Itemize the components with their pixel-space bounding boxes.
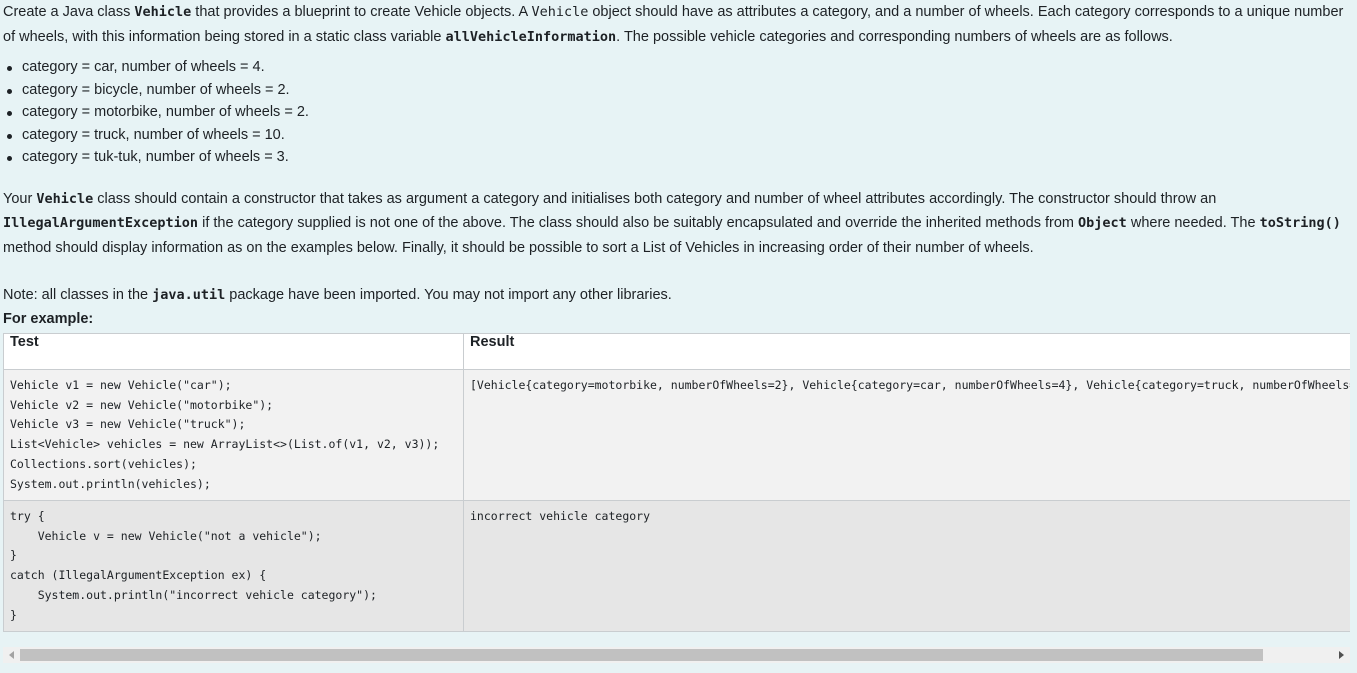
header-test: Test [3, 333, 464, 370]
code-vehicle: Vehicle [134, 4, 192, 20]
code-java-util: java.util [152, 287, 226, 303]
header-result: Result [463, 333, 1350, 370]
note-text-1: Note: all classes in the [3, 287, 153, 303]
intro-paragraph: Create a Java class Vehicle that provide… [3, 0, 1353, 49]
intro-text-2: that provides a blueprint to create Vehi… [191, 4, 532, 20]
para2-text-3: if the category supplied is not one of t… [198, 215, 1079, 231]
question-text: Create a Java class Vehicle that provide… [3, 0, 1353, 331]
test-code: try { Vehicle v = new Vehicle("not a veh… [10, 509, 377, 622]
note-text-2: package have been imported. You may not … [225, 287, 672, 303]
result-cell: incorrect vehicle category [463, 500, 1350, 632]
for-example-heading: For example: [3, 310, 94, 327]
code-object: Object [1078, 215, 1127, 231]
list-item: category = tuk-tuk, number of wheels = 3… [7, 146, 1353, 169]
note-paragraph: Note: all classes in the java.util packa… [3, 283, 1353, 308]
table-row: Vehicle v1 = new Vehicle("car"); Vehicle… [3, 369, 1350, 501]
para2-text-5: method should display information as on … [3, 239, 1034, 256]
scrollbar-thumb[interactable] [20, 649, 1263, 661]
category-list: category = car, number of wheels = 4. ca… [3, 56, 1353, 169]
test-cell: Vehicle v1 = new Vehicle("car"); Vehicle… [3, 369, 464, 501]
examples-table-container: Test Result Vehicle v1 = new Vehicle("ca… [3, 333, 1350, 632]
para2-text-1: Your [3, 190, 37, 207]
para2-text-4: where needed. The [1126, 215, 1260, 231]
examples-table: Test Result Vehicle v1 = new Vehicle("ca… [3, 333, 1350, 632]
list-item: category = car, number of wheels = 4. [7, 56, 1353, 79]
code-illegal-argument-exception: IllegalArgumentException [3, 215, 199, 231]
code-all-vehicle-information: allVehicleInformation [445, 28, 617, 45]
intro-text-1: Create a Java class [3, 4, 135, 20]
code-vehicle-2: Vehicle [531, 4, 589, 20]
code-vehicle-3: Vehicle [36, 190, 94, 207]
code-tostring: toString() [1259, 215, 1341, 231]
table-row: try { Vehicle v = new Vehicle("not a veh… [3, 500, 1350, 632]
result-output: [Vehicle{category=motorbike, numberOfWhe… [470, 378, 1350, 392]
list-item: category = bicycle, number of wheels = 2… [7, 79, 1353, 102]
scroll-right-arrow-icon[interactable] [1339, 651, 1344, 659]
list-item: category = truck, number of wheels = 10. [7, 124, 1353, 147]
table-header-row: Test Result [3, 333, 1350, 370]
result-output: incorrect vehicle category [470, 509, 651, 523]
result-cell: [Vehicle{category=motorbike, numberOfWhe… [463, 369, 1350, 501]
intro-text-4: . The possible vehicle categories and co… [616, 28, 1173, 45]
requirements-paragraph: Your Vehicle class should contain a cons… [3, 187, 1353, 261]
scroll-left-arrow-icon[interactable] [9, 651, 14, 659]
test-code: Vehicle v1 = new Vehicle("car"); Vehicle… [10, 378, 440, 491]
horizontal-scrollbar[interactable] [3, 647, 1350, 663]
list-item: category = motorbike, number of wheels =… [7, 101, 1353, 124]
para2-text-2: class should contain a constructor that … [93, 190, 1217, 207]
test-cell: try { Vehicle v = new Vehicle("not a veh… [3, 500, 464, 632]
